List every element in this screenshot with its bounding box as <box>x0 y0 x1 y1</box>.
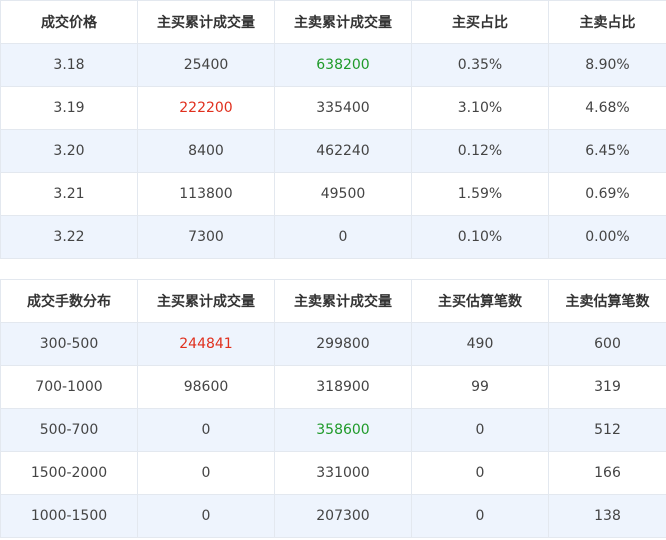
cell-buy-count: 490 <box>411 322 549 366</box>
cell-buy-count: 0 <box>411 451 549 495</box>
cell-sell-volume: 49500 <box>274 172 412 216</box>
cell-sell-ratio: 6.45% <box>548 129 666 173</box>
cell-buy-volume: 0 <box>137 408 275 452</box>
table-row: 3.21 113800 49500 1.59% 0.69% <box>0 172 666 216</box>
cell-buy-volume: 0 <box>137 494 275 538</box>
cell-sell-volume: 358600 <box>274 408 412 452</box>
cell-lot-range: 700-1000 <box>0 365 138 409</box>
column-header-sell-count: 主卖估算笔数 <box>548 279 666 323</box>
cell-buy-volume: 25400 <box>137 43 275 87</box>
table-row: 3.18 25400 638200 0.35% 8.90% <box>0 43 666 87</box>
column-header-sell-ratio: 主卖占比 <box>548 0 666 44</box>
cell-buy-ratio: 0.12% <box>411 129 549 173</box>
cell-buy-volume: 7300 <box>137 215 275 259</box>
cell-lot-range: 1000-1500 <box>0 494 138 538</box>
table-header-row: 成交价格 主买累计成交量 主卖累计成交量 主买占比 主卖占比 <box>0 0 666 44</box>
cell-sell-volume: 207300 <box>274 494 412 538</box>
table-row: 700-1000 98600 318900 99 319 <box>0 365 666 409</box>
cell-buy-count: 99 <box>411 365 549 409</box>
cell-sell-count: 166 <box>548 451 666 495</box>
table-header-row: 成交手数分布 主买累计成交量 主卖累计成交量 主买估算笔数 主卖估算笔数 <box>0 279 666 323</box>
cell-sell-ratio: 8.90% <box>548 43 666 87</box>
cell-sell-volume: 0 <box>274 215 412 259</box>
cell-sell-count: 600 <box>548 322 666 366</box>
cell-sell-volume: 335400 <box>274 86 412 130</box>
cell-buy-count: 0 <box>411 494 549 538</box>
column-header-sell-volume: 主卖累计成交量 <box>274 0 412 44</box>
table-row: 500-700 0 358600 0 512 <box>0 408 666 452</box>
cell-sell-ratio: 4.68% <box>548 86 666 130</box>
cell-buy-count: 0 <box>411 408 549 452</box>
cell-price: 3.22 <box>0 215 138 259</box>
cell-sell-volume: 318900 <box>274 365 412 409</box>
cell-buy-volume: 0 <box>137 451 275 495</box>
cell-sell-volume: 299800 <box>274 322 412 366</box>
cell-lot-range: 300-500 <box>0 322 138 366</box>
table-row: 3.19 222200 335400 3.10% 4.68% <box>0 86 666 130</box>
cell-price: 3.18 <box>0 43 138 87</box>
column-header-lot-range: 成交手数分布 <box>0 279 138 323</box>
table-row: 1000-1500 0 207300 0 138 <box>0 494 666 538</box>
column-header-buy-ratio: 主买占比 <box>411 0 549 44</box>
column-header-price: 成交价格 <box>0 0 138 44</box>
column-header-buy-volume: 主买累计成交量 <box>137 0 275 44</box>
cell-buy-ratio: 3.10% <box>411 86 549 130</box>
cell-price: 3.19 <box>0 86 138 130</box>
cell-buy-ratio: 1.59% <box>411 172 549 216</box>
cell-sell-volume: 638200 <box>274 43 412 87</box>
cell-lot-range: 500-700 <box>0 408 138 452</box>
lot-size-distribution-table: 成交手数分布 主买累计成交量 主卖累计成交量 主买估算笔数 主卖估算笔数 300… <box>0 279 666 538</box>
cell-price: 3.20 <box>0 129 138 173</box>
cell-sell-volume: 331000 <box>274 451 412 495</box>
cell-buy-volume: 8400 <box>137 129 275 173</box>
cell-buy-volume: 113800 <box>137 172 275 216</box>
column-header-sell-volume: 主卖累计成交量 <box>274 279 412 323</box>
cell-buy-volume: 222200 <box>137 86 275 130</box>
table-row: 3.22 7300 0 0.10% 0.00% <box>0 215 666 259</box>
cell-sell-ratio: 0.00% <box>548 215 666 259</box>
trade-distribution-page: 成交价格 主买累计成交量 主卖累计成交量 主买占比 主卖占比 3.18 2540… <box>0 0 666 540</box>
column-header-buy-volume: 主买累计成交量 <box>137 279 275 323</box>
column-header-buy-count: 主买估算笔数 <box>411 279 549 323</box>
price-distribution-table: 成交价格 主买累计成交量 主卖累计成交量 主买占比 主卖占比 3.18 2540… <box>0 0 666 259</box>
cell-buy-ratio: 0.10% <box>411 215 549 259</box>
table-row: 3.20 8400 462240 0.12% 6.45% <box>0 129 666 173</box>
cell-sell-count: 512 <box>548 408 666 452</box>
cell-price: 3.21 <box>0 172 138 216</box>
cell-sell-ratio: 0.69% <box>548 172 666 216</box>
cell-buy-volume: 98600 <box>137 365 275 409</box>
cell-sell-count: 138 <box>548 494 666 538</box>
cell-sell-count: 319 <box>548 365 666 409</box>
cell-buy-volume: 244841 <box>137 322 275 366</box>
table-row: 300-500 244841 299800 490 600 <box>0 322 666 366</box>
table-row: 1500-2000 0 331000 0 166 <box>0 451 666 495</box>
cell-lot-range: 1500-2000 <box>0 451 138 495</box>
cell-sell-volume: 462240 <box>274 129 412 173</box>
cell-buy-ratio: 0.35% <box>411 43 549 87</box>
